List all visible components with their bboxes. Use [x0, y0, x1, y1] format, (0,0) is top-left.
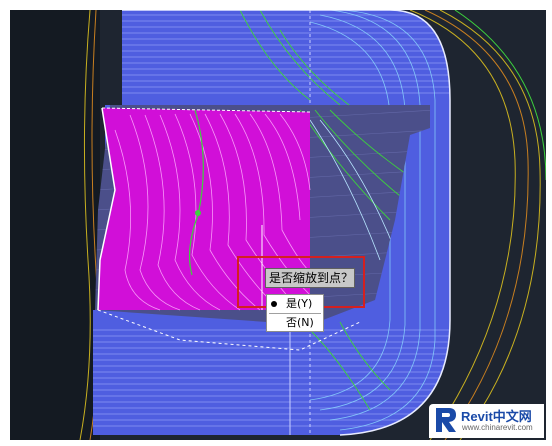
terrain-drawing — [10, 10, 546, 440]
revit-logo-icon — [436, 408, 456, 432]
prompt-options-menu: 是(Y) 否(N) — [266, 294, 324, 332]
option-no[interactable]: 否(N) — [267, 314, 323, 332]
option-no-label: 否(N) — [286, 316, 314, 329]
option-yes[interactable]: 是(Y) — [267, 295, 323, 313]
zoom-prompt: 是否缩放到点？ — [265, 268, 355, 288]
watermark: Revit中文网 www.chinarevit.com — [429, 404, 544, 438]
selected-bullet-icon — [271, 301, 277, 307]
drawing-viewport[interactable]: Revit中文网 www.chinarevit.com — [10, 10, 546, 440]
watermark-url: www.chinarevit.com — [462, 423, 533, 432]
option-yes-label: 是(Y) — [286, 297, 313, 310]
